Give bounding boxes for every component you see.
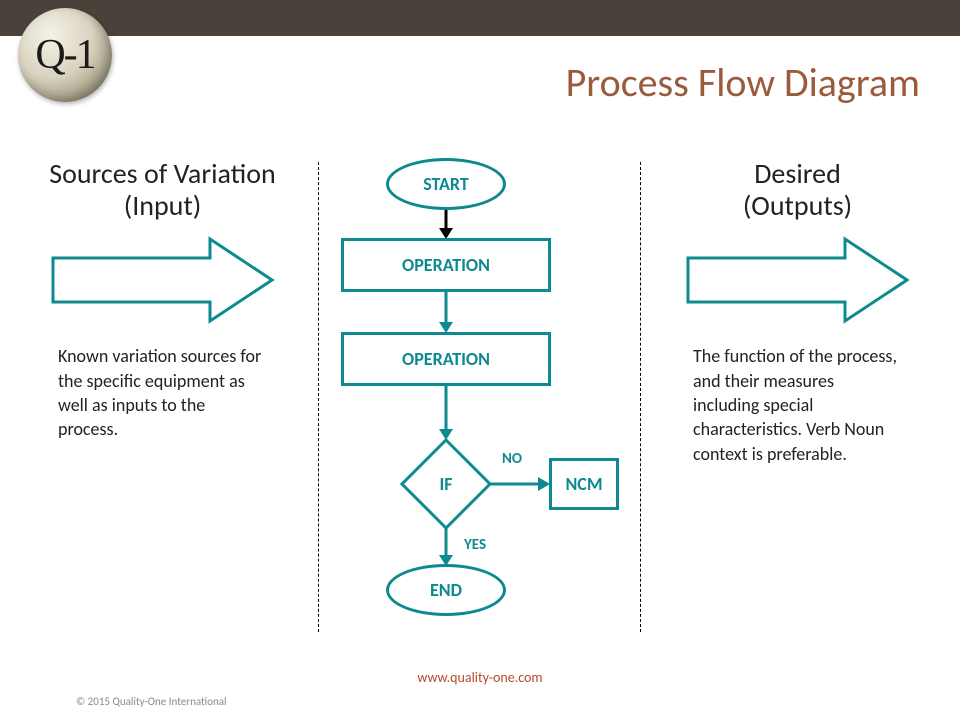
divider-left [318, 162, 319, 632]
flow-decision-node: IF [400, 438, 492, 530]
output-body-text: The function of the process, and their m… [665, 344, 930, 465]
input-heading-line1: Sources of Variation [49, 156, 276, 191]
arrow-icon [490, 477, 550, 491]
flow-op2-label: OPERATION [402, 348, 490, 370]
flow-no-label: NO [502, 450, 522, 468]
flow-op2-node: OPERATION [341, 332, 551, 386]
input-body-text: Known variation sources for the specific… [30, 344, 295, 441]
input-column: Sources of Variation (Input) Known varia… [30, 158, 295, 442]
footer-copyright: © 2015 Quality-One International [76, 695, 227, 708]
input-heading-line2: (Input) [124, 188, 202, 223]
page-title: Process Flow Diagram [566, 58, 920, 107]
output-column: Desired (Outputs) The function of the pr… [665, 158, 930, 466]
output-heading-line2: (Outputs) [743, 188, 852, 223]
flow-end-label: END [430, 579, 462, 601]
flow-decision-label: IF [400, 473, 492, 495]
arrow-icon [436, 528, 456, 566]
flow-start-node: START [386, 158, 506, 210]
arrow-icon [436, 386, 456, 440]
arrow-icon [436, 292, 456, 333]
input-arrow-icon [50, 236, 275, 324]
output-heading-line1: Desired [754, 156, 841, 191]
top-bar [0, 0, 960, 36]
flow-start-label: START [423, 173, 469, 195]
flow-ncm-node: NCM [549, 458, 619, 510]
output-arrow-icon [685, 236, 910, 324]
brand-logo: Q-1 [18, 8, 112, 102]
footer-url: www.quality-one.com [0, 669, 960, 686]
flow-op1-label: OPERATION [402, 254, 490, 276]
divider-right [640, 162, 641, 632]
output-heading: Desired (Outputs) [665, 158, 930, 222]
flow-end-node: END [386, 564, 506, 616]
arrow-icon [436, 210, 456, 239]
flow-ncm-label: NCM [565, 473, 602, 495]
flowchart: START OPERATION OPERATION I [330, 158, 630, 628]
brand-logo-text: Q-1 [35, 31, 94, 79]
input-heading: Sources of Variation (Input) [30, 158, 295, 222]
flow-op1-node: OPERATION [341, 238, 551, 292]
flow-yes-label: YES [464, 536, 486, 554]
